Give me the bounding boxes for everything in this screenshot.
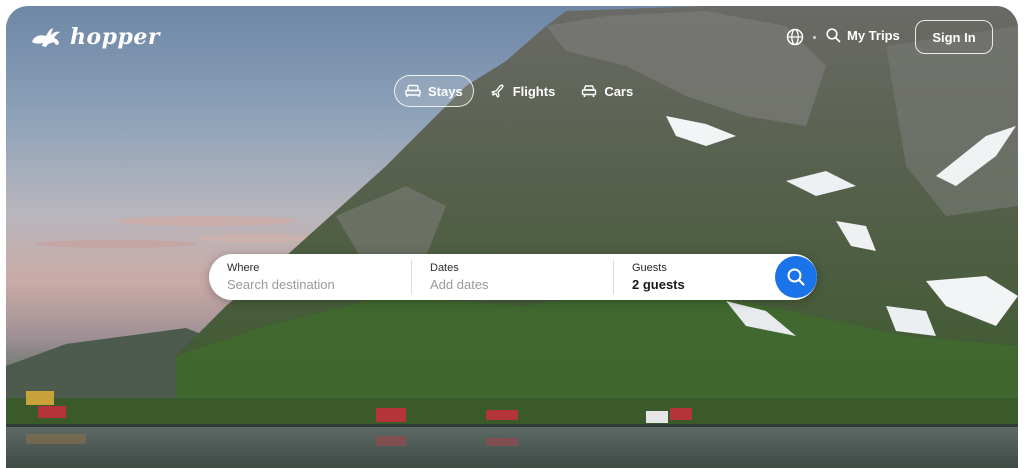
tab-flights-label: Flights — [512, 83, 556, 99]
tab-cars[interactable]: Cars — [571, 75, 643, 107]
separator-dot — [813, 36, 816, 39]
bed-icon — [405, 84, 421, 97]
destination-input[interactable] — [227, 277, 397, 292]
where-label: Where — [227, 262, 260, 274]
dates-label: Dates — [430, 262, 459, 274]
globe-icon[interactable] — [786, 28, 804, 46]
dates-field[interactable]: Dates Add dates — [412, 254, 613, 300]
bunny-icon — [32, 28, 60, 47]
guests-value: 2 guests — [632, 277, 685, 292]
search-icon — [787, 268, 805, 286]
top-navigation: hopper My Trips Sign In — [6, 6, 1018, 72]
tab-cars-label: Cars — [604, 83, 634, 99]
tab-stays[interactable]: Stays — [394, 75, 474, 107]
search-icon — [826, 28, 841, 43]
tab-stays-label: Stays — [428, 83, 463, 99]
search-button[interactable] — [775, 256, 817, 298]
product-tabs: Stays Flights Cars — [394, 75, 649, 107]
brand-wordmark: hopper — [70, 24, 161, 50]
hopper-logo[interactable]: hopper — [30, 24, 160, 50]
where-field[interactable]: Where — [209, 254, 411, 300]
guests-field[interactable]: Guests 2 guests — [614, 254, 764, 300]
dates-placeholder: Add dates — [430, 277, 489, 292]
plane-icon — [491, 84, 504, 98]
hero-banner: hopper My Trips Sign In Stays Flights Ca… — [6, 6, 1018, 468]
guests-label: Guests — [632, 262, 667, 274]
search-bar: Where Dates Add dates Guests 2 guests — [209, 254, 817, 300]
tab-flights[interactable]: Flights — [480, 75, 566, 107]
my-trips-label: My Trips — [847, 28, 900, 43]
car-icon — [582, 85, 597, 97]
sign-in-button[interactable]: Sign In — [915, 20, 993, 54]
my-trips-link[interactable]: My Trips — [826, 28, 900, 43]
